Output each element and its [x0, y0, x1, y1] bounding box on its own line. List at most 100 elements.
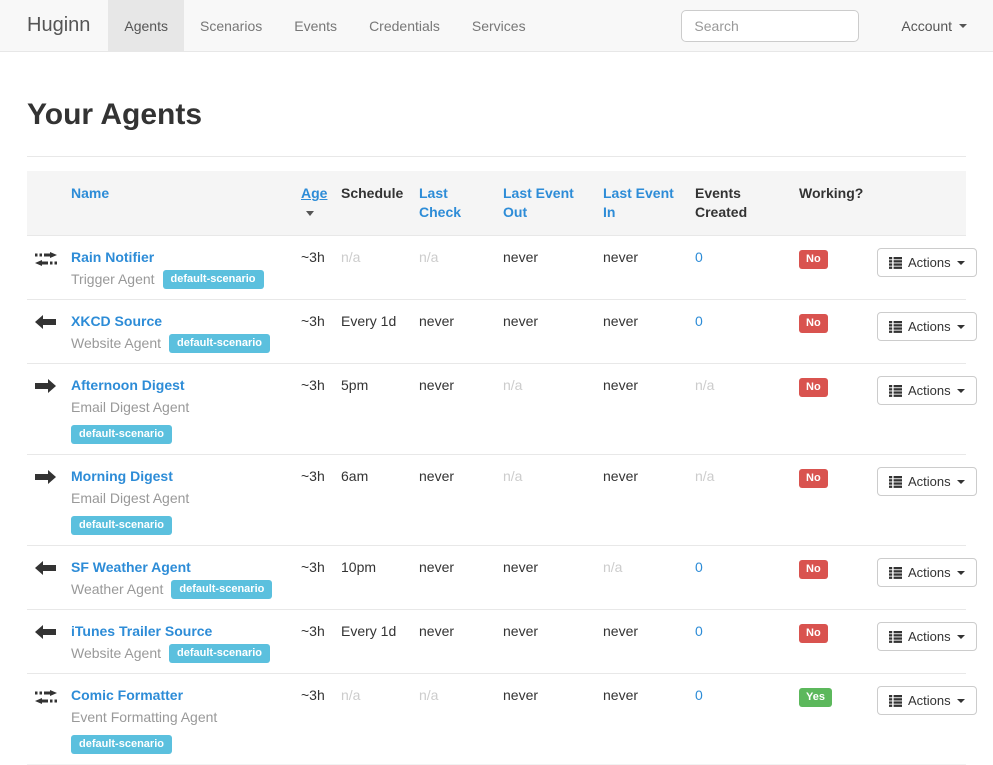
column-header-name: Name	[63, 171, 293, 236]
events-count-link[interactable]: 0	[695, 313, 703, 329]
actions-label: Actions	[908, 629, 951, 644]
working-cell: No	[791, 364, 869, 455]
events-count-link[interactable]: 0	[695, 249, 703, 265]
last-check-value: never	[419, 313, 454, 329]
agent-row: Afternoon DigestEmail Digest Agentdefaul…	[27, 364, 966, 455]
agent-name-link[interactable]: SF Weather Agent	[71, 559, 191, 575]
working-cell: No	[791, 610, 869, 674]
scenario-badge[interactable]: default-scenario	[163, 270, 264, 289]
last-event-in-value: never	[603, 468, 638, 484]
brand-link[interactable]: Huginn	[0, 0, 108, 51]
agent-name-link[interactable]: Morning Digest	[71, 468, 173, 484]
actions-label: Actions	[908, 565, 951, 580]
last-event-out-cell: never	[495, 610, 595, 674]
events-count-value: n/a	[695, 377, 714, 393]
column-header-last-check: Last Check	[411, 171, 495, 236]
age-cell: ~3h	[293, 236, 333, 300]
account-label: Account	[901, 18, 952, 34]
actions-label: Actions	[908, 319, 951, 334]
schedule-value: Every 1d	[341, 313, 396, 329]
nav-tab-scenarios[interactable]: Scenarios	[184, 0, 278, 51]
scenario-badge[interactable]: default-scenario	[71, 735, 172, 754]
age-cell: ~3h	[293, 546, 333, 610]
sort-by-name-link[interactable]: Name	[71, 185, 109, 201]
last-event-out-cell: never	[495, 546, 595, 610]
schedule-cell: Every 1d	[333, 610, 411, 674]
events-count-link[interactable]: 0	[695, 559, 703, 575]
actions-button[interactable]: Actions	[877, 686, 977, 715]
last-event-out-value: n/a	[503, 377, 522, 393]
left-arrow-icon	[35, 625, 55, 639]
schedule-value: n/a	[341, 249, 360, 265]
agent-type-label: Event Formatting Agent	[71, 707, 217, 727]
scenario-badge[interactable]: default-scenario	[169, 334, 270, 353]
agent-row: iTunes Trailer SourceWebsite Agentdefaul…	[27, 610, 966, 674]
last-event-out-cell: never	[495, 300, 595, 364]
nav-tab-events[interactable]: Events	[278, 0, 353, 51]
direction-cell	[27, 610, 63, 674]
scenario-badge[interactable]: default-scenario	[169, 644, 270, 663]
last-check-value: never	[419, 468, 454, 484]
actions-button[interactable]: Actions	[877, 622, 977, 651]
age-value: ~3h	[301, 377, 325, 393]
sort-by-last-event-out-link[interactable]: Last Event Out	[503, 185, 574, 220]
actions-button[interactable]: Actions	[877, 467, 977, 496]
direction-cell	[27, 236, 63, 300]
actions-label: Actions	[908, 383, 951, 398]
events-count-link[interactable]: 0	[695, 623, 703, 639]
nav-tab-credentials[interactable]: Credentials	[353, 0, 456, 51]
agents-tbody: Rain NotifierTrigger Agentdefault-scenar…	[27, 236, 966, 765]
agent-name-link[interactable]: XKCD Source	[71, 313, 162, 329]
age-value: ~3h	[301, 313, 325, 329]
agent-name-link[interactable]: iTunes Trailer Source	[71, 623, 212, 639]
sort-by-last-event-in-link[interactable]: Last Event In	[603, 185, 674, 220]
caret-down-icon	[957, 699, 965, 703]
list-icon	[889, 631, 902, 643]
actions-button[interactable]: Actions	[877, 248, 977, 277]
working-badge: No	[799, 469, 828, 488]
actions-label: Actions	[908, 255, 951, 270]
search-input[interactable]	[681, 10, 859, 42]
name-cell: iTunes Trailer SourceWebsite Agentdefaul…	[63, 610, 293, 674]
actions-cell: Actions	[869, 546, 966, 610]
page-title: Your Agents	[27, 98, 966, 132]
column-header-age: Age	[293, 171, 333, 236]
list-icon	[889, 695, 902, 707]
name-cell: Morning DigestEmail Digest Agentdefault-…	[63, 455, 293, 546]
last-event-in-cell: never	[595, 674, 687, 765]
column-header-last-event-in: Last Event In	[595, 171, 687, 236]
actions-button[interactable]: Actions	[877, 558, 977, 587]
last-event-in-cell: never	[595, 300, 687, 364]
last-check-cell: never	[411, 300, 495, 364]
scenario-badge[interactable]: default-scenario	[71, 425, 172, 444]
scenario-badge[interactable]: default-scenario	[71, 516, 172, 535]
agents-table: Name Age Schedule Last Check Last Event …	[27, 171, 966, 765]
nav-tab-services[interactable]: Services	[456, 0, 542, 51]
working-cell: No	[791, 455, 869, 546]
agent-name-link[interactable]: Afternoon Digest	[71, 377, 185, 393]
working-badge: No	[799, 314, 828, 333]
last-event-in-value: never	[603, 623, 638, 639]
navbar-right: Account	[681, 0, 993, 51]
column-header-events-created: Events Created	[687, 171, 791, 236]
events-count-link[interactable]: 0	[695, 687, 703, 703]
sort-by-age-link[interactable]: Age	[301, 185, 327, 201]
agent-name-link[interactable]: Rain Notifier	[71, 249, 154, 265]
sort-by-last-check-link[interactable]: Last Check	[419, 185, 461, 220]
name-cell: XKCD SourceWebsite Agentdefault-scenario	[63, 300, 293, 364]
agent-name-link[interactable]: Comic Formatter	[71, 687, 183, 703]
actions-cell: Actions	[869, 364, 966, 455]
schedule-value: Every 1d	[341, 623, 396, 639]
age-value: ~3h	[301, 468, 325, 484]
actions-button[interactable]: Actions	[877, 312, 977, 341]
actions-button[interactable]: Actions	[877, 376, 977, 405]
age-cell: ~3h	[293, 610, 333, 674]
age-cell: ~3h	[293, 455, 333, 546]
account-menu-button[interactable]: Account	[891, 18, 977, 34]
nav-tab-agents[interactable]: Agents	[108, 0, 184, 51]
last-check-cell: never	[411, 610, 495, 674]
direction-cell	[27, 455, 63, 546]
scenario-badge[interactable]: default-scenario	[171, 580, 272, 599]
agent-row: SF Weather AgentWeather Agentdefault-sce…	[27, 546, 966, 610]
left-arrow-icon	[35, 561, 55, 575]
